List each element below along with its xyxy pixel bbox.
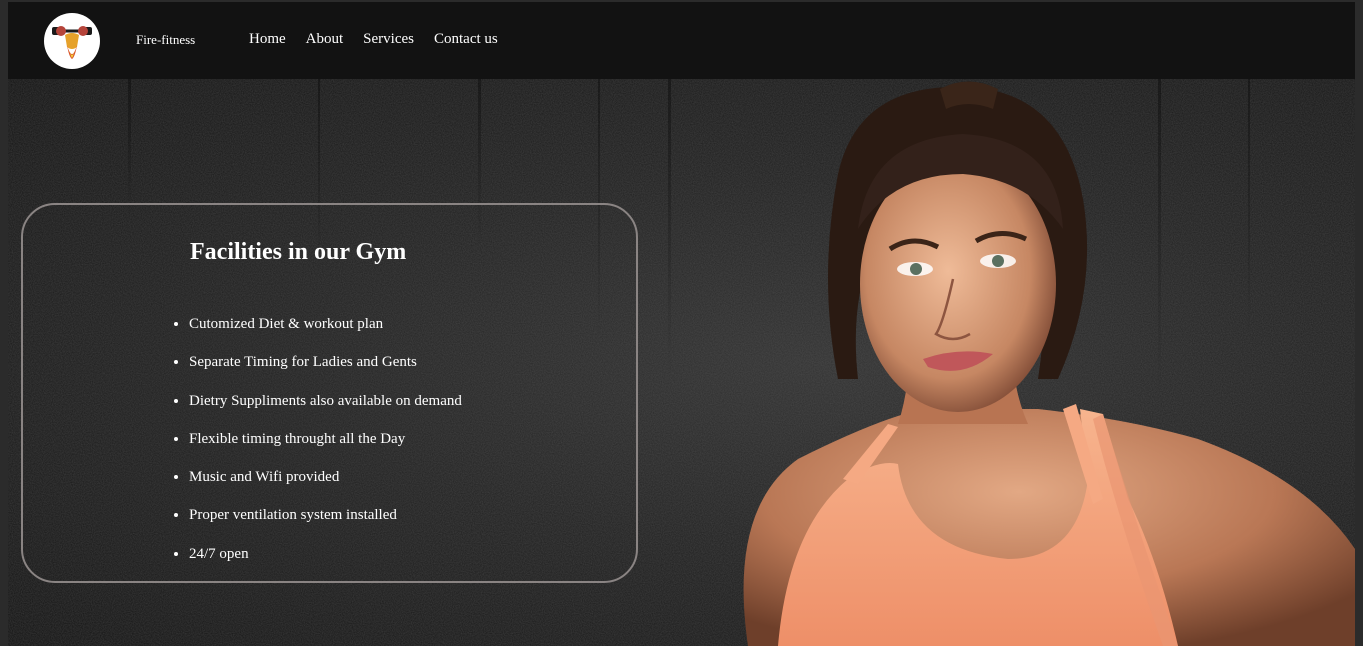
facility-item: Music and Wifi provided — [189, 468, 462, 506]
top-navbar: Fire-fitness Home About Services Contact… — [8, 2, 1355, 79]
page: Fire-fitness Home About Services Contact… — [0, 0, 1363, 646]
facility-item: Proper ventilation system installed — [189, 506, 462, 544]
facilities-list: Cutomized Diet & workout plan Separate T… — [171, 315, 462, 583]
main-nav: Home About Services Contact us — [249, 31, 518, 48]
facility-item: Dietry Suppliments also available on dem… — [189, 392, 462, 430]
nav-contact-us[interactable]: Contact us — [434, 31, 498, 48]
facility-item: Flexible timing throught all the Day — [189, 430, 462, 468]
hero-section: Facilities in our Gym Cutomized Diet & w… — [8, 79, 1355, 646]
brand-name[interactable]: Fire-fitness — [136, 32, 195, 48]
woman-in-peach-sports-bra-photo — [743, 81, 1355, 646]
flexing-muscle-logo-icon — [52, 26, 92, 59]
facilities-title: Facilities in our Gym — [190, 239, 407, 265]
facilities-card: Facilities in our Gym Cutomized Diet & w… — [21, 203, 638, 583]
nav-home[interactable]: Home — [249, 31, 286, 48]
facility-item: 24/7 open — [189, 545, 462, 583]
logo[interactable] — [44, 13, 100, 69]
nav-about[interactable]: About — [306, 31, 344, 48]
nav-services[interactable]: Services — [363, 31, 414, 48]
facility-item: Cutomized Diet & workout plan — [189, 315, 462, 353]
facility-item: Separate Timing for Ladies and Gents — [189, 353, 462, 391]
